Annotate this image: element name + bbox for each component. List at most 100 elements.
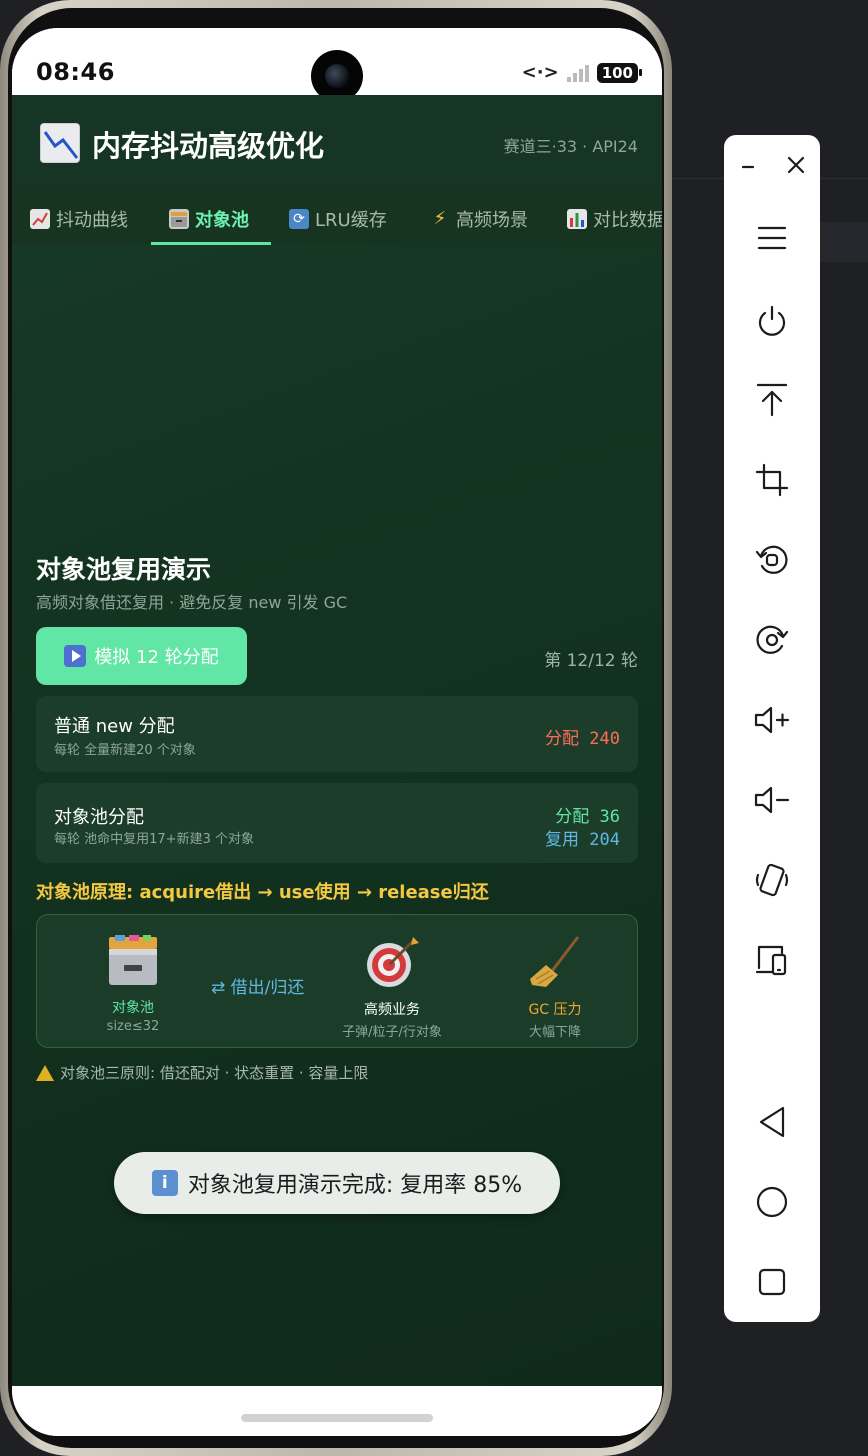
- app-header: 内存抖动高级优化 赛道三·33 · API24: [12, 95, 662, 187]
- alloc-stat: 分配 36: [555, 802, 620, 827]
- section-title: 对象池复用演示: [36, 555, 212, 584]
- flow-gc-name: GC 压力: [528, 1002, 582, 1018]
- target-icon: [367, 937, 419, 987]
- bar-chart-icon: [567, 209, 587, 229]
- alloc-value: 36: [599, 807, 620, 827]
- gesture-nav-bar: [12, 1386, 662, 1436]
- status-time: 08:46: [36, 58, 115, 86]
- chart-up-icon: [30, 209, 50, 229]
- flow-gc-sub: 大幅下降: [528, 1025, 581, 1040]
- flow-gc: GC 压力 大幅下降: [495, 935, 615, 1040]
- flow-business: 高频业务 子弹/粒子/行对象: [327, 935, 457, 1040]
- round-counter: 第 12/12 轮: [544, 651, 638, 671]
- refresh-icon: ⟳: [289, 209, 309, 229]
- play-icon: [64, 645, 87, 667]
- menu-button[interactable]: [724, 208, 820, 268]
- minimize-button[interactable]: [724, 135, 772, 195]
- app-title: 内存抖动高级优化: [92, 129, 325, 163]
- crop-icon: [755, 463, 789, 497]
- reuse-value: 204: [589, 830, 620, 850]
- object-pool-card: 对象池分配 每轮 池命中复用17+新建3 个对象 分配 36 复用 204: [36, 783, 638, 863]
- rotate-right-icon: [756, 625, 789, 654]
- reuse-stat: 复用 204: [545, 825, 620, 850]
- rotate-left-icon: [755, 545, 788, 574]
- shake-icon: [755, 863, 789, 897]
- principle-text: 对象池原理: acquire借出 → use使用 → release归还: [36, 882, 489, 903]
- tab-lru-cache[interactable]: ⟳ LRU缓存: [289, 197, 387, 241]
- flow-pool-name: 对象池: [112, 1000, 154, 1016]
- home-button[interactable]: [724, 1172, 820, 1232]
- info-icon: i: [151, 1170, 178, 1196]
- tab-object-pool[interactable]: 对象池: [169, 197, 249, 241]
- tab-label: 高频场景: [456, 210, 528, 231]
- back-icon: [759, 1106, 785, 1138]
- card-description: 每轮 全量新建20 个对象: [54, 743, 196, 758]
- background-divider: [820, 222, 868, 262]
- tab-jitter-curve[interactable]: 抖动曲线: [30, 197, 128, 241]
- status-icons: <·> 100: [521, 62, 643, 83]
- active-tab-indicator: [151, 242, 271, 245]
- volume-up-button[interactable]: [724, 690, 820, 750]
- warning-note: 对象池三原则: 借还配对 · 状态重置 · 容量上限: [36, 1062, 368, 1083]
- flow-pool-sub: size≤32: [106, 1019, 160, 1034]
- close-button[interactable]: [772, 135, 820, 195]
- warning-icon: [36, 1064, 54, 1081]
- home-icon: [756, 1186, 788, 1218]
- recents-button[interactable]: [724, 1252, 820, 1312]
- toast-message: i 对象池复用演示完成: 复用率 85%: [114, 1152, 560, 1214]
- volume-up-icon: [754, 706, 790, 734]
- crop-button[interactable]: [724, 450, 820, 510]
- back-button[interactable]: [724, 1092, 820, 1152]
- alloc-value: 240: [589, 729, 620, 749]
- file-cabinet-icon: [109, 935, 157, 985]
- close-icon: [787, 156, 805, 174]
- toast-text: 对象池复用演示完成: 复用率 85%: [187, 1173, 523, 1198]
- signal-icon: [566, 64, 589, 82]
- status-bar: 08:46 <·> 100: [12, 28, 662, 102]
- volume-down-icon: [754, 786, 790, 814]
- rotate-right-button[interactable]: [724, 610, 820, 670]
- device-switch-button[interactable]: [724, 930, 820, 990]
- menu-icon: [757, 226, 787, 250]
- shake-button[interactable]: [724, 850, 820, 910]
- minimize-icon: [741, 165, 755, 169]
- lightning-icon: ⚡: [433, 208, 447, 229]
- reuse-label: 复用: [545, 830, 580, 850]
- chart-down-icon: [40, 123, 80, 163]
- card-title: 普通 new 分配: [54, 716, 175, 737]
- pin-top-icon: [756, 383, 788, 417]
- recents-icon: [758, 1268, 786, 1296]
- rotate-left-button[interactable]: [724, 530, 820, 590]
- alloc-label: 分配: [555, 807, 590, 827]
- plain-new-card: 普通 new 分配 每轮 全量新建20 个对象 分配 240: [36, 696, 638, 772]
- alloc-stat: 分配 240: [545, 724, 620, 749]
- app-content: 内存抖动高级优化 赛道三·33 · API24 抖动曲线 对象池 ⟳ LRU缓存…: [12, 95, 662, 1386]
- tab-label: LRU缓存: [315, 210, 387, 231]
- tab-high-frequency[interactable]: ⚡ 高频场景: [430, 197, 528, 241]
- phone-frame: 08:46 <·> 100 内存抖动高级优化 赛道三·33 · API24 抖动…: [0, 0, 672, 1456]
- power-icon: [758, 305, 786, 336]
- home-indicator[interactable]: [241, 1414, 433, 1422]
- flow-diagram: 对象池 size≤32 ⇄ 借出/归还 高频业务 子弹/粒子/行对象 GC 压力…: [36, 914, 638, 1048]
- tab-bar: 抖动曲线 对象池 ⟳ LRU缓存 ⚡ 高频场景 对比数据: [12, 187, 662, 245]
- section-subtitle: 高频对象借还复用 · 避免反复 new 引发 GC: [36, 593, 348, 612]
- volume-down-button[interactable]: [724, 770, 820, 830]
- network-link-icon: <·>: [521, 62, 559, 83]
- card-title: 对象池分配: [54, 807, 144, 828]
- device-switch-icon: [755, 945, 787, 976]
- power-button[interactable]: [724, 291, 820, 351]
- pin-top-button[interactable]: [724, 370, 820, 430]
- warning-text: 对象池三原则: 借还配对 · 状态重置 · 容量上限: [60, 1064, 369, 1082]
- flow-pool: 对象池 size≤32: [85, 935, 181, 1034]
- flow-business-sub: 子弹/粒子/行对象: [342, 1025, 442, 1040]
- simulate-button[interactable]: 模拟 12 轮分配: [36, 627, 247, 685]
- emulator-toolbar: [724, 135, 820, 1322]
- broom-icon: [530, 936, 580, 987]
- app-meta: 赛道三·33 · API24: [503, 137, 638, 156]
- tab-comparison[interactable]: 对比数据: [567, 197, 662, 241]
- tab-label: 抖动曲线: [56, 210, 128, 231]
- tab-label: 对比数据: [593, 210, 662, 231]
- borrow-return-arrow: ⇄ 借出/归还: [211, 978, 305, 998]
- flow-business-name: 高频业务: [364, 1002, 420, 1018]
- card-description: 每轮 池命中复用17+新建3 个对象: [54, 832, 254, 847]
